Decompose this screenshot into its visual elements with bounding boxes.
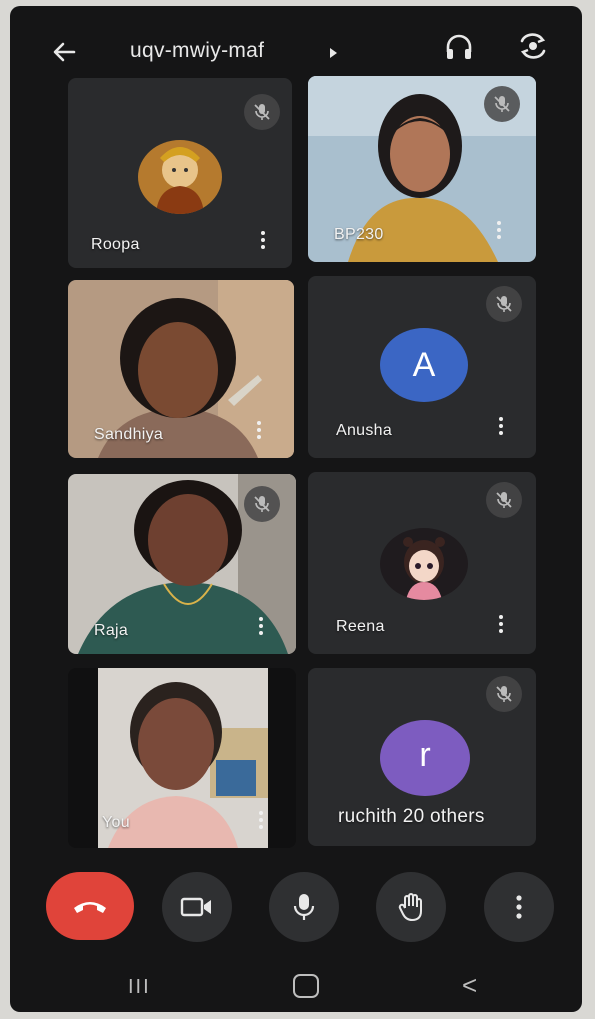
participant-tile-reena[interactable]: Reena	[308, 472, 536, 654]
participant-tile-self[interactable]: You	[68, 668, 296, 848]
home-icon[interactable]	[293, 974, 319, 998]
avatar	[380, 528, 468, 600]
top-bar: uqv-mwiy-maf	[10, 6, 582, 76]
participant-tile-sandhiya[interactable]: Sandhiya	[68, 280, 294, 458]
participant-name: BP230	[334, 226, 384, 243]
mic-off-icon	[486, 286, 522, 322]
avatar: r	[380, 720, 470, 796]
more-vert-icon[interactable]	[252, 614, 270, 640]
participant-name: You	[102, 814, 130, 831]
participant-tile-others[interactable]: r ruchith 20 others	[308, 668, 536, 846]
end-call-button[interactable]	[46, 872, 134, 940]
participant-tile-raja[interactable]: Raja	[68, 474, 296, 654]
microphone-button[interactable]	[269, 872, 339, 942]
more-vert-icon[interactable]	[492, 414, 510, 440]
caret-right-icon[interactable]	[329, 46, 339, 64]
participant-tile-roopa[interactable]: Roopa	[68, 78, 292, 268]
mic-off-icon	[486, 676, 522, 712]
raise-hand-button[interactable]	[376, 872, 446, 942]
camera-button[interactable]	[162, 872, 232, 942]
participant-tile-bp230[interactable]: BP230	[308, 76, 536, 262]
headphones-icon[interactable]	[442, 30, 476, 64]
mic-off-icon	[244, 94, 280, 130]
phone-hangup-icon	[74, 902, 106, 913]
participant-name: Anusha	[336, 422, 393, 439]
call-controls	[10, 866, 582, 946]
more-vert-icon[interactable]	[250, 418, 268, 444]
more-vert-icon[interactable]	[492, 612, 510, 638]
participant-name: Roopa	[91, 236, 140, 253]
participant-name: Raja	[94, 622, 129, 639]
back-button[interactable]: <	[462, 970, 477, 1001]
participant-name: Reena	[336, 618, 385, 635]
system-nav-bar: III <	[10, 956, 582, 1012]
back-arrow-icon[interactable]	[48, 36, 80, 68]
recents-button[interactable]: III	[128, 976, 151, 999]
avatar: A	[380, 328, 468, 402]
microphone-icon	[293, 894, 315, 920]
participant-name: Sandhiya	[94, 426, 164, 443]
switch-camera-icon[interactable]	[515, 28, 551, 64]
mic-off-icon	[244, 486, 280, 522]
mic-off-icon	[486, 482, 522, 518]
more-vert-icon[interactable]	[254, 228, 272, 254]
more-vert-icon[interactable]	[490, 218, 508, 244]
video-camera-icon	[180, 897, 211, 917]
more-options-button[interactable]	[484, 872, 554, 942]
meet-screen: uqv-mwiy-maf Roopa BP230 Sandhiya A Anus…	[10, 6, 582, 1012]
mic-off-icon	[484, 86, 520, 122]
participant-name: ruchith 20 others	[338, 806, 485, 827]
vertical-dots-icon	[516, 895, 522, 919]
meeting-code[interactable]: uqv-mwiy-maf	[130, 39, 264, 63]
avatar	[138, 140, 222, 214]
more-vert-icon[interactable]	[252, 808, 270, 834]
hand-icon	[398, 893, 422, 921]
participant-tile-anusha[interactable]: A Anusha	[308, 276, 536, 458]
